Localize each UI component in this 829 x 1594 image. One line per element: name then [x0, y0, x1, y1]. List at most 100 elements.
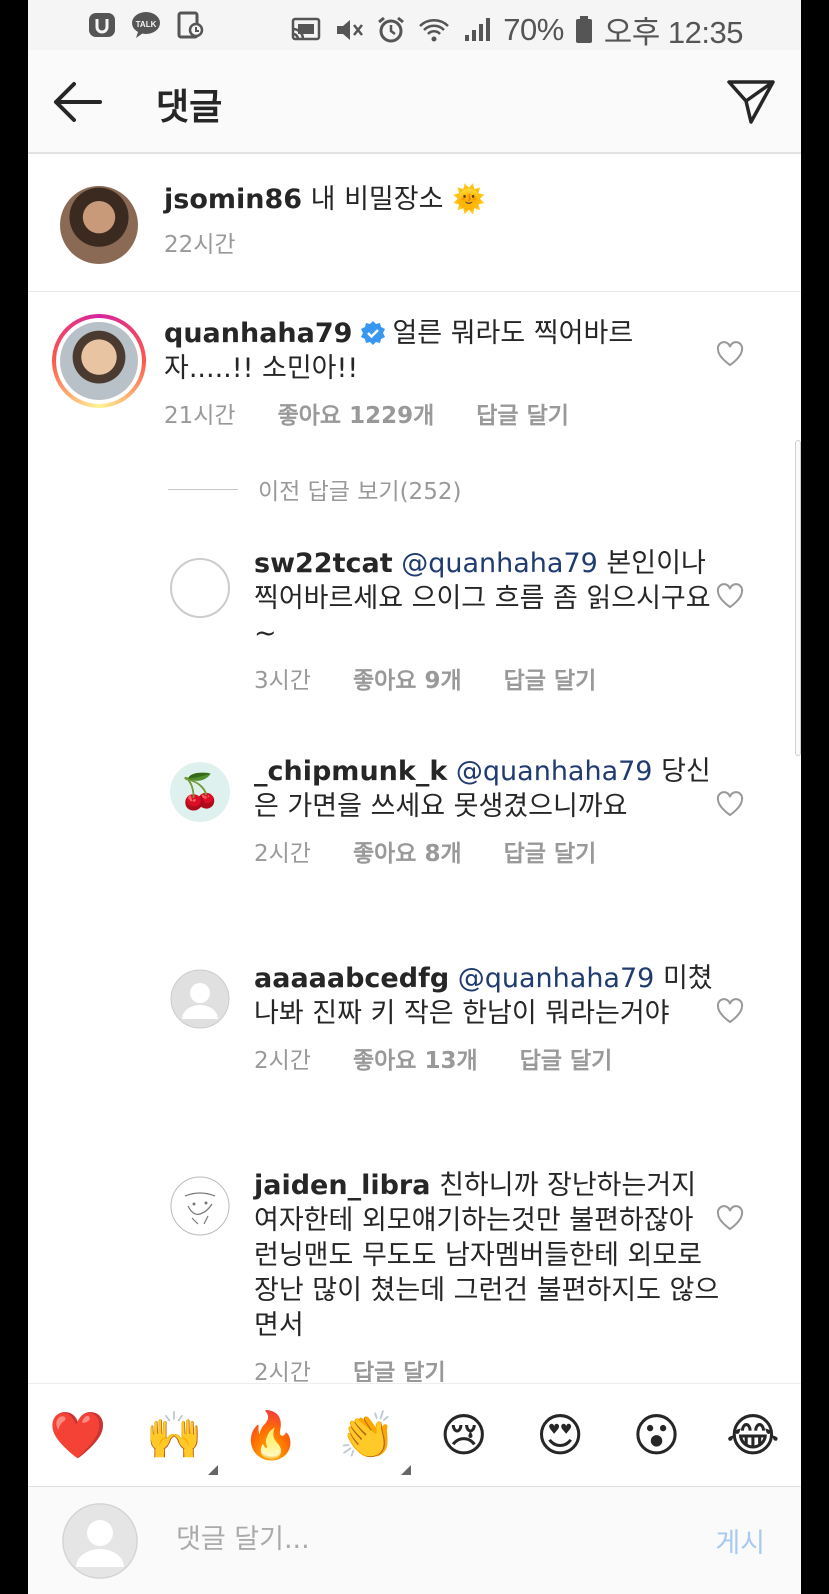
comment-input-bar: 게시 [28, 1486, 801, 1594]
default-user-icon[interactable] [170, 969, 230, 1029]
reply-mention[interactable]: @quanhaha79 [401, 548, 598, 579]
tears-of-joy-emoji-button[interactable]: 😂 [723, 1405, 783, 1465]
variant-indicator-icon [208, 1464, 219, 1475]
heart-icon[interactable] [715, 997, 745, 1025]
quick-emoji-bar: ❤️ 🙌 🔥 👏 😢 😍 😮 😂 [28, 1383, 801, 1485]
page-title: 댓글 [156, 87, 223, 128]
arrow-left-icon[interactable] [50, 80, 106, 124]
reply-time: 3시간 [254, 668, 311, 694]
reply-username[interactable]: aaaaabcedfg [254, 963, 449, 994]
kakaotalk-icon: TALK [132, 12, 160, 38]
caption-row: jsomin86 내 비밀장소 🌞 [164, 182, 486, 217]
reply-item: 🍒 _chipmunk_k @quanhaha79 당신은 가면을 쓰세요 못생… [28, 748, 801, 928]
reply-mention[interactable]: @quanhaha79 [458, 963, 655, 994]
reply-meta: 3시간 좋아요 9개 답글 달기 [254, 661, 724, 695]
reply-time: 2시간 [254, 841, 311, 867]
avatar-inner [56, 318, 142, 404]
reply-time: 2시간 [254, 1360, 311, 1382]
battery-percent: 70% [503, 11, 564, 47]
crying-face-emoji-button[interactable]: 😢 [434, 1405, 494, 1465]
mute-icon [337, 19, 364, 40]
comment-time: 21시간 [164, 403, 236, 429]
reply-body: sw22tcat @quanhaha79 본인이나 찍어바르세요 으이그 흐름 … [254, 546, 724, 695]
reply-text-row: _chipmunk_k @quanhaha79 당신은 가면을 쓰세요 못생겼으… [254, 754, 724, 824]
story-ring-avatar[interactable] [52, 314, 146, 408]
clock: 오후 12:35 [603, 15, 744, 50]
reply-meta: 2시간 좋아요 13개 답글 달기 [254, 1041, 724, 1075]
avatar[interactable] [60, 186, 138, 264]
reply-username[interactable]: jaiden_libra [254, 1170, 430, 1201]
heart-eyes-emoji-button[interactable]: 😍 [530, 1405, 590, 1465]
caption-meta: 22시간 [164, 225, 486, 259]
caption-content: jsomin86 내 비밀장소 🌞 22시간 [164, 182, 486, 259]
reply-item: jaiden_libra 친하니까 장난하는거지 여자한테 외모얘기하는것만 불… [28, 1162, 801, 1382]
heart-icon[interactable] [715, 1204, 745, 1232]
reply-item: aaaaabcedfg @quanhaha79 미쳤나봐 진짜 키 작은 한남이… [28, 955, 801, 1135]
comment-text-row: quanhaha79 얼른 뭐라도 찍어바르자.....!! 소민아!! [164, 316, 634, 386]
top-navigation: 댓글 [28, 50, 801, 154]
reply-text-row: jaiden_libra 친하니까 장난하는거지 여자한테 외모얘기하는것만 불… [254, 1168, 724, 1343]
verified-badge-icon [361, 321, 386, 345]
reply-body: _chipmunk_k @quanhaha79 당신은 가면을 쓰세요 못생겼으… [254, 754, 724, 868]
reply-likes[interactable]: 좋아요 8개 [353, 834, 462, 868]
comment: quanhaha79 얼른 뭐라도 찍어바르자.....!! 소민아!! 21시간… [28, 292, 801, 452]
heart-icon[interactable] [715, 582, 745, 610]
doodle-avatar-icon[interactable] [170, 1176, 230, 1236]
reply-item: sw22tcat @quanhaha79 본인이나 찍어바르세요 으이그 흐름 … [28, 540, 801, 720]
heart-icon[interactable] [715, 790, 745, 818]
avatar[interactable] [170, 558, 230, 618]
raising-hands-emoji-button[interactable]: 🙌 [144, 1405, 219, 1475]
clapping-hands-emoji-button[interactable]: 👏 [337, 1405, 412, 1475]
raising-hands-emoji: 🙌 [145, 1407, 204, 1462]
reply-meta: 2시간 좋아요 8개 답글 달기 [254, 834, 724, 868]
comment-input[interactable] [176, 1517, 656, 1561]
comment-username[interactable]: quanhaha79 [164, 318, 352, 349]
reply-button[interactable]: 답글 달기 [504, 834, 597, 868]
status-right-icons: 70% 오후 12:35 [289, 7, 744, 52]
reply-mention[interactable]: @quanhaha79 [456, 756, 653, 787]
reply-body: jaiden_libra 친하니까 장난하는거지 여자한테 외모얘기하는것만 불… [254, 1168, 724, 1382]
reply-button[interactable]: 답글 달기 [504, 661, 597, 695]
reply-text-row: sw22tcat @quanhaha79 본인이나 찍어바르세요 으이그 흐름 … [254, 546, 724, 651]
comment-likes[interactable]: 좋아요 1229개 [278, 396, 435, 430]
clapping-hands-emoji: 👏 [338, 1407, 396, 1462]
default-user-icon [62, 1503, 138, 1579]
reply-likes[interactable]: 좋아요 13개 [353, 1041, 478, 1075]
reply-button[interactable]: 답글 달기 [520, 1041, 613, 1075]
cast-icon [291, 17, 321, 40]
reply-body: aaaaabcedfg @quanhaha79 미쳤나봐 진짜 키 작은 한남이… [254, 961, 724, 1075]
reply-meta: 2시간 답글 달기 [254, 1353, 724, 1382]
u-plus-icon [89, 13, 115, 37]
status-left-icons: TALK [86, 10, 206, 40]
signal-icon [465, 17, 491, 41]
caption-time: 22시간 [164, 232, 236, 258]
comment-body: quanhaha79 얼른 뭐라도 찍어바르자.....!! 소민아!! 21시간… [164, 316, 634, 430]
reply-username[interactable]: sw22tcat [254, 548, 393, 579]
reply-time: 2시간 [254, 1048, 311, 1074]
cherry-icon[interactable]: 🍒 [170, 762, 230, 822]
avatar [60, 322, 138, 400]
caption-username[interactable]: jsomin86 [164, 184, 302, 215]
surprised-face-emoji-button[interactable]: 😮 [627, 1405, 687, 1465]
reply-button[interactable]: 답글 달기 [353, 1353, 446, 1382]
reply-button[interactable]: 답글 달기 [476, 396, 569, 430]
view-previous-replies[interactable]: 이전 답글 보기(252) [168, 472, 461, 506]
reply-username[interactable]: _chipmunk_k [254, 756, 447, 787]
status-bar: TALK 70% 오후 12:35 [28, 0, 801, 50]
svg-text:TALK: TALK [136, 20, 157, 29]
variant-indicator-icon [401, 1464, 412, 1475]
heart-icon[interactable] [715, 340, 745, 368]
red-heart-emoji-button[interactable]: ❤️ [48, 1405, 108, 1465]
reply-text-row: aaaaabcedfg @quanhaha79 미쳤나봐 진짜 키 작은 한남이… [254, 961, 724, 1031]
reply-likes[interactable]: 좋아요 9개 [353, 661, 462, 695]
post-caption: jsomin86 내 비밀장소 🌞 22시간 [28, 156, 801, 292]
view-previous-label: 이전 답글 보기(252) [258, 479, 462, 505]
battery-icon [575, 15, 592, 43]
wifi-icon [419, 18, 450, 41]
alarm-icon [378, 16, 405, 42]
comments-screen: TALK 70% 오후 12:35 댓글 jsomin86 내 비밀장소 🌞 2… [28, 0, 801, 1594]
fire-emoji-button[interactable]: 🔥 [241, 1405, 301, 1465]
post-button[interactable]: 게시 [715, 1521, 765, 1560]
paper-plane-icon[interactable] [725, 76, 777, 126]
divider [168, 488, 238, 490]
